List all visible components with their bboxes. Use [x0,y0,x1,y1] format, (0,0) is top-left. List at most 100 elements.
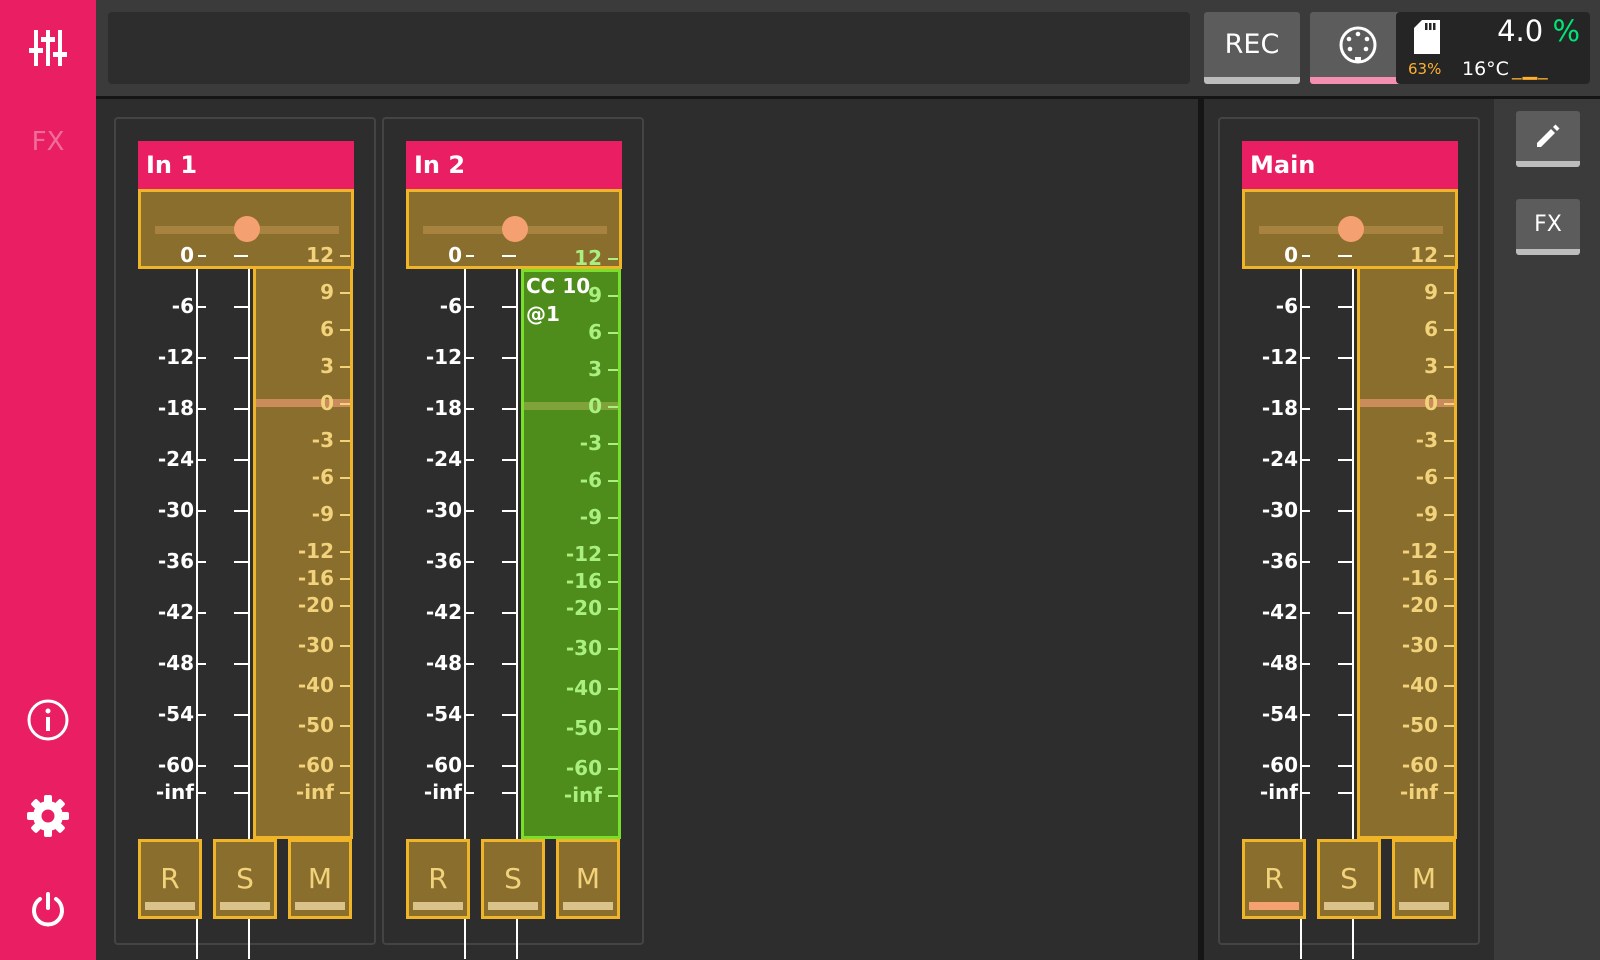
fader-scale: 12 9 6 3 0 -3 -6 -9 -12 -16 -20 -30 -40 -50 -60 -inf [1360,243,1454,836]
meter-tick [234,306,248,308]
meter-tick [234,357,248,359]
db-scale-label: -30 [157,498,194,522]
fader-scale-label: -9 [311,502,334,526]
sidebar-fx-button[interactable]: FX [0,114,96,170]
midi-button[interactable] [1310,12,1406,84]
fader-scale-tick [608,608,618,610]
edit-button[interactable] [1516,111,1580,167]
db-scale-tick [198,459,206,461]
db-scale-tick [466,459,474,461]
fader-scale-label: -3 [579,431,602,455]
mute-indicator [563,902,613,910]
record-button[interactable]: R [1242,839,1306,919]
fader-scale-tick [340,514,350,516]
volume-fader[interactable]: 12 9 6 3 0 -3 -6 -9 -12 -16 -20 -30 -40 -50 -60 -inf CC… [521,246,621,839]
meter-tick [234,459,248,461]
db-scale-label: -48 [1261,651,1298,675]
db-scale-tick [466,561,474,563]
sliders-icon [29,30,67,66]
mute-button[interactable]: M [288,839,352,919]
channel-name[interactable]: In 1 [138,141,354,189]
meter-tick [234,255,248,257]
record-label: R [428,862,448,895]
db-scale-label: -60 [425,753,462,777]
solo-button[interactable]: S [1317,839,1381,919]
meter-tick [234,408,248,410]
cpu-load: 4.0 % [1497,14,1580,48]
record-button[interactable]: R [406,839,470,919]
db-scale-label: -12 [1261,345,1298,369]
power-button[interactable] [0,882,96,938]
fader-scale-tick [608,295,618,297]
mixer-button[interactable] [0,20,96,76]
fader-scale-label: -20 [1401,593,1438,617]
fader-scale-tick [608,768,618,770]
fader-scale-tick [1444,605,1454,607]
meter-tick [234,612,248,614]
fader-scale-label: -50 [565,716,602,740]
volume-fader[interactable]: 12 9 6 3 0 -3 -6 -9 -12 -16 -20 -30 -40 -50 -60 -inf [1357,243,1457,839]
fader-scale-label: -20 [297,593,334,617]
meter-tick [234,792,248,794]
solo-indicator [220,902,270,910]
fader-scale-tick [608,443,618,445]
meter-tick [502,510,516,512]
sidebar: FX [0,0,96,960]
db-scale-label: 0 [448,243,462,267]
channel-name[interactable]: In 2 [406,141,622,189]
db-scale-label: -36 [1261,549,1298,573]
fader-scale-tick [608,406,618,408]
pan-knob[interactable] [234,216,260,242]
pan-knob[interactable] [502,216,528,242]
solo-button[interactable]: S [213,839,277,919]
fader-scale-tick [340,605,350,607]
db-scale-label: -18 [157,396,194,420]
fader-scale-tick [1444,792,1454,794]
db-scale-tick [466,408,474,410]
fader-scale-label: 3 [1424,354,1438,378]
fader-scale-tick [608,581,618,583]
fader-scale-label: 6 [320,317,334,341]
db-scale-tick [466,714,474,716]
db-scale-tick [198,612,206,614]
db-scale-label: -42 [157,600,194,624]
pan-knob[interactable] [1338,216,1364,242]
cpu-unit: % [1552,14,1580,48]
record-indicator [1249,902,1299,910]
meter-tick [502,663,516,665]
channel-name[interactable]: Main [1242,141,1458,189]
db-scale-tick [1302,510,1310,512]
solo-button[interactable]: S [481,839,545,919]
meter-tick [1338,306,1352,308]
record-button[interactable]: R [138,839,202,919]
rec-button[interactable]: REC [1204,12,1300,84]
meter-tick [1338,510,1352,512]
fader-scale-tick [340,792,350,794]
pencil-icon [1537,124,1560,147]
db-scale-tick [198,510,206,512]
info-button[interactable] [0,692,96,748]
channel-strip-1: In 1 0 -6 -12 -18 -24 -30 -36 -42 -48 -54 -60 -inf … [114,117,376,959]
message-area [108,12,1190,84]
fader-scale-label: 12 [1410,243,1438,267]
meter-tick [1338,663,1352,665]
mute-button[interactable]: M [556,839,620,919]
db-scale-label: -48 [157,651,194,675]
volume-fader[interactable]: 12 9 6 3 0 -3 -6 -9 -12 -16 -20 -30 -40 -50 -60 -inf [253,243,353,839]
db-scale-label: -54 [157,702,194,726]
fader-scale-label: -3 [1415,428,1438,452]
settings-button[interactable] [0,788,96,844]
meter-tick [1338,714,1352,716]
midi-icon [1339,26,1377,63]
solo-label: S [236,862,254,895]
mute-indicator [1399,902,1449,910]
db-scale-tick [198,792,206,794]
fader-scale-tick [608,258,618,260]
meter-tick [1338,408,1352,410]
db-scale-tick [466,765,474,767]
meter-tick [502,792,516,794]
fx-button[interactable]: FX [1516,199,1580,255]
mute-button[interactable]: M [1392,839,1456,919]
fader-scale: 12 9 6 3 0 -3 -6 -9 -12 -16 -20 -30 -40 -50 -60 -inf [524,246,618,836]
solo-label: S [1340,862,1358,895]
